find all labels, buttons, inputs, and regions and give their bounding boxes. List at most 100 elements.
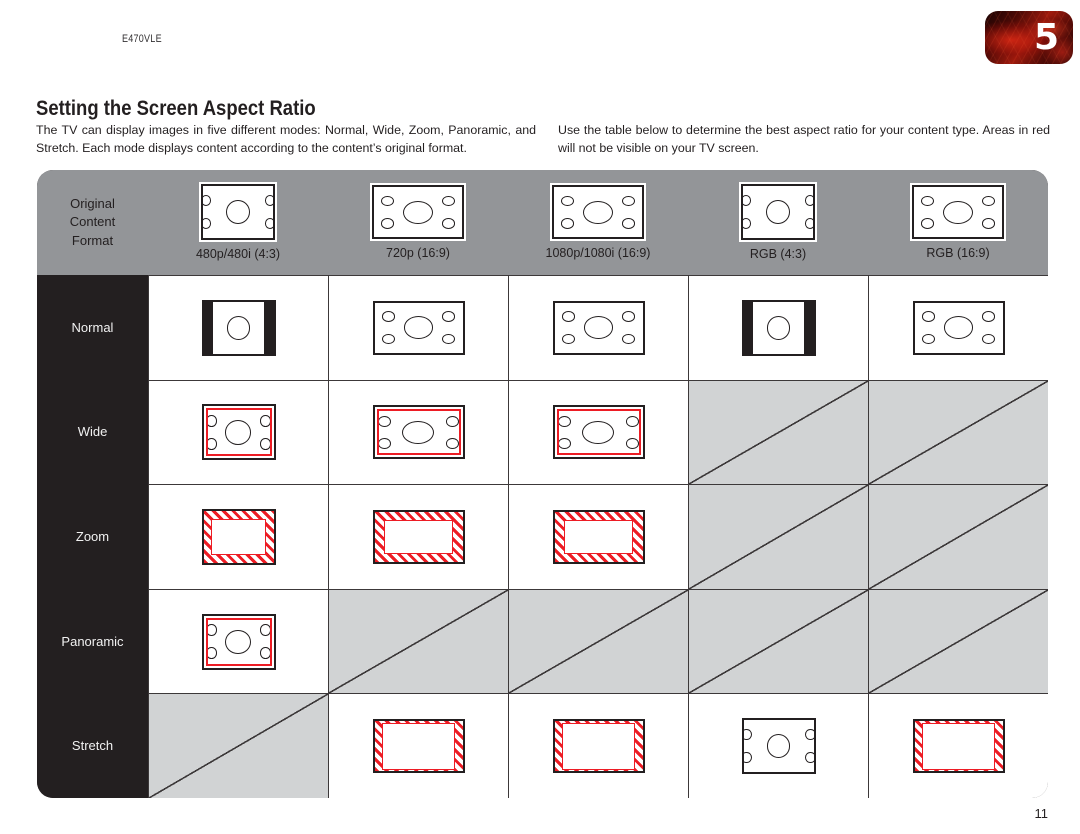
scene-shape-br — [264, 218, 273, 230]
scene-shape-big — [943, 316, 974, 340]
scene-shape-tr — [625, 415, 639, 427]
scene-shape-bl — [381, 218, 395, 229]
table-cell — [328, 484, 508, 589]
table-cell — [688, 275, 868, 380]
scene-shape-bl — [561, 540, 572, 554]
scene-shape-tr — [804, 194, 813, 206]
scene-shape-tl — [914, 729, 926, 740]
table-cell-unavailable — [868, 484, 1048, 589]
aspect-ratio-table: Original Content Format 480p/480i (4:3) 720p… — [37, 170, 1048, 798]
tv-screen-graphic — [741, 184, 815, 240]
tv-scene — [743, 302, 814, 354]
scene-shape-tl — [203, 519, 210, 534]
tv-screen-graphic — [741, 718, 816, 775]
table-cell — [508, 484, 688, 589]
corner-header-line-1: Content — [69, 214, 116, 230]
tv-scene — [203, 511, 274, 563]
column-header-caption: 1080p/1080i (16:9) — [545, 246, 651, 260]
tv-screen-graphic — [552, 300, 645, 355]
scene-shape-big — [228, 521, 248, 553]
column-header-caption: 480p/480i (4:3) — [195, 247, 281, 261]
table-cell — [868, 275, 1048, 380]
model-code: E470VLE — [122, 33, 162, 45]
scene-shape-big — [940, 735, 977, 758]
scene-shape-br — [441, 218, 455, 229]
tv-scene — [554, 721, 643, 771]
tv-scene — [203, 186, 273, 238]
table-cell-unavailable — [688, 484, 868, 589]
column-header-3: RGB (4:3) — [688, 170, 868, 275]
tv-scene — [204, 616, 274, 668]
tv-scene — [555, 407, 643, 457]
table-cell — [328, 379, 508, 485]
row-label-text: Stretch — [71, 738, 114, 754]
scene-shape-bl — [743, 752, 752, 764]
scene-shape-big — [580, 735, 617, 758]
scene-shape-bl — [381, 333, 395, 345]
table-cell-unavailable — [328, 588, 508, 694]
scene-shape-big — [583, 316, 614, 340]
scene-shape-br — [982, 333, 996, 345]
scene-shape-br — [805, 752, 814, 764]
row-label-stretch: Stretch — [37, 693, 148, 798]
scene-shape-tl — [206, 415, 217, 427]
tv-screen-graphic — [372, 405, 465, 460]
scene-shape-bl — [206, 438, 217, 450]
tv-screen-graphic — [912, 185, 1004, 239]
scene-shape-tl — [206, 624, 217, 636]
scene-shape-tl — [561, 520, 572, 534]
scene-shape-br — [445, 437, 459, 449]
scene-shape-bl — [558, 437, 572, 449]
scene-shape-tl — [743, 194, 752, 206]
corner-header-line-0: Original — [70, 195, 115, 211]
tv-screen-graphic — [912, 719, 1005, 774]
table-cell-unavailable — [148, 693, 328, 798]
scene-shape-bl — [378, 437, 392, 449]
pillarbox-bar-right — [804, 301, 814, 354]
scene-shape-tl — [374, 729, 386, 740]
tv-screen-graphic — [552, 405, 645, 460]
scene-shape-bl — [554, 752, 566, 763]
scene-shape-bl — [561, 333, 575, 345]
tv-screen-graphic — [552, 185, 644, 239]
aspect-ratio-grid: Original Content Format 480p/480i (4:3) 720p… — [37, 170, 1048, 798]
table-cell-unavailable — [868, 379, 1048, 485]
pillarbox-bar-left — [203, 301, 213, 354]
tv-screen-graphic — [372, 185, 464, 239]
scene-shape-tr — [260, 415, 271, 427]
scene-shape-tl — [561, 311, 575, 322]
table-cell — [868, 693, 1048, 798]
scene-shape-tr — [991, 729, 1003, 740]
tv-screen-graphic — [201, 508, 276, 565]
table-cell — [148, 379, 328, 485]
tv-scene — [555, 512, 643, 562]
scene-shape-big — [406, 521, 430, 552]
row-label-normal: Normal — [37, 275, 148, 380]
row-label-text: Normal — [71, 319, 114, 335]
table-corner-header: Original Content Format — [37, 170, 148, 275]
scene-shape-bl — [206, 647, 217, 659]
scene-shape-tr — [442, 311, 456, 322]
intro-paragraph-left: The TV can display images in five differ… — [36, 121, 536, 157]
table-cell-unavailable — [868, 588, 1048, 694]
table-cell — [148, 588, 328, 694]
column-header-caption: RGB (16:9) — [926, 246, 990, 260]
scene-shape-tl — [381, 520, 392, 534]
intro-left-text: The TV can display images in five differ… — [36, 123, 536, 155]
scene-shape-br — [260, 438, 271, 450]
table-cell — [148, 275, 328, 380]
corner-header-line-2: Format — [71, 232, 114, 248]
tv-screen-graphic — [372, 719, 465, 774]
scene-shape-tr — [981, 195, 995, 206]
tv-scene — [914, 187, 1002, 237]
scene-shape-big — [225, 629, 252, 655]
tv-screen-graphic — [552, 719, 645, 774]
scene-shape-br — [804, 218, 813, 230]
scene-shape-tr — [625, 520, 636, 534]
scene-shape-tr — [622, 311, 636, 322]
scene-shape-br — [260, 647, 271, 659]
scene-shape-tl — [203, 194, 212, 206]
tv-scene — [554, 187, 642, 237]
scene-shape-tr — [631, 729, 643, 740]
table-cell — [508, 379, 688, 485]
